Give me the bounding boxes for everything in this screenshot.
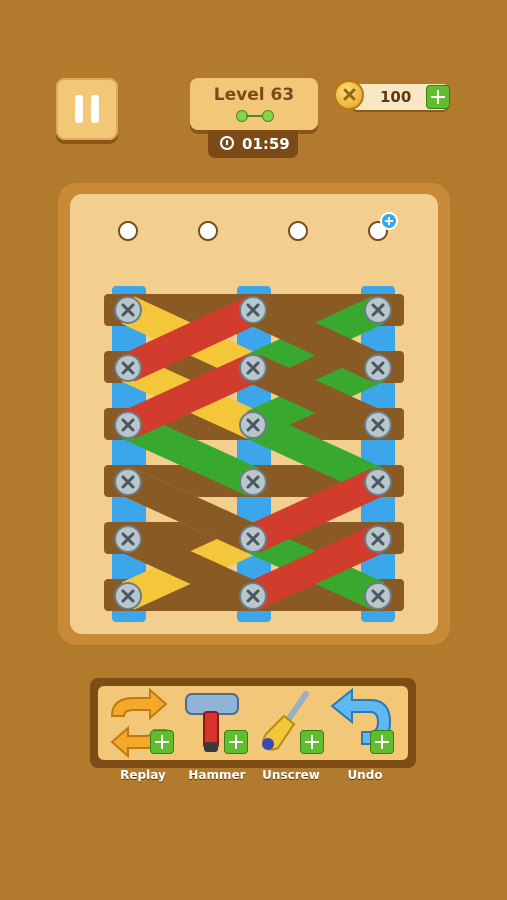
- screw[interactable]: [362, 523, 394, 555]
- screw[interactable]: [112, 409, 144, 441]
- add-hammer-button[interactable]: [224, 730, 248, 754]
- undo-button[interactable]: [328, 686, 398, 760]
- screw[interactable]: [237, 352, 269, 384]
- plank-blue[interactable]: [112, 286, 146, 622]
- screw[interactable]: [237, 580, 269, 612]
- screw[interactable]: [112, 580, 144, 612]
- screw[interactable]: [362, 466, 394, 498]
- plank-blue[interactable]: [237, 286, 271, 622]
- unscrew-button[interactable]: [254, 686, 324, 760]
- screw[interactable]: [362, 580, 394, 612]
- screw[interactable]: [237, 523, 269, 555]
- screw[interactable]: [112, 294, 144, 326]
- screw[interactable]: [237, 409, 269, 441]
- undo-label: Undo: [347, 768, 383, 782]
- add-replay-button[interactable]: [150, 730, 174, 754]
- screw[interactable]: [237, 294, 269, 326]
- screw[interactable]: [362, 294, 394, 326]
- screw[interactable]: [112, 466, 144, 498]
- hammer-button[interactable]: [178, 686, 248, 760]
- screw[interactable]: [112, 352, 144, 384]
- add-unscrew-button[interactable]: [300, 730, 324, 754]
- plank-blue[interactable]: [361, 286, 395, 622]
- screw[interactable]: [362, 352, 394, 384]
- add-undo-button[interactable]: [370, 730, 394, 754]
- screw[interactable]: [237, 466, 269, 498]
- screw[interactable]: [362, 409, 394, 441]
- screw[interactable]: [112, 523, 144, 555]
- replay-button[interactable]: [104, 686, 174, 760]
